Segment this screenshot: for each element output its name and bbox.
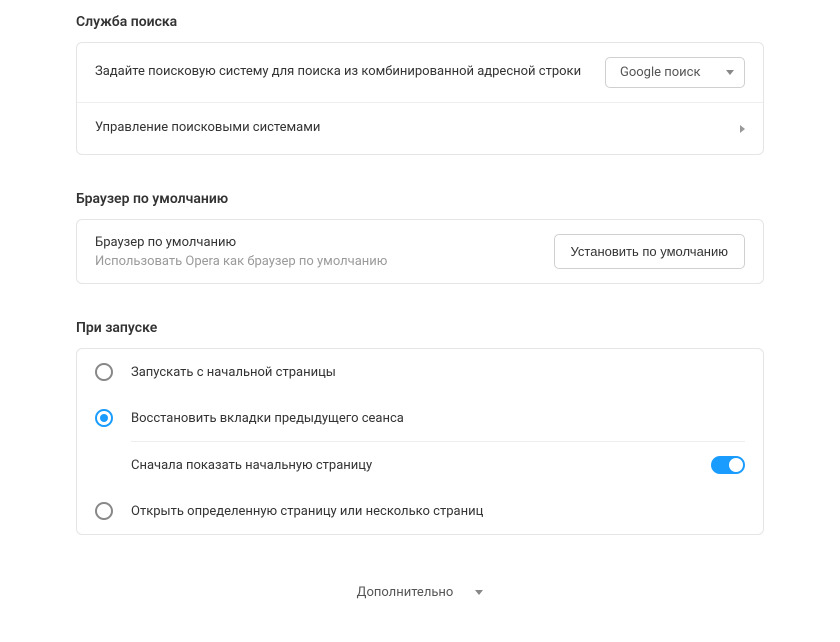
- startup-option-specific-pages[interactable]: Открыть определенную страницу или нескол…: [77, 488, 763, 534]
- radio-icon: [95, 363, 113, 381]
- caret-down-icon: [726, 70, 734, 75]
- radio-icon-checked: [95, 409, 113, 427]
- chevron-right-icon: [740, 125, 745, 133]
- startup-opt1-label: Запускать с начальной страницы: [131, 365, 336, 380]
- startup-show-startpage-first-row: Сначала показать начальную страницу: [131, 441, 745, 488]
- search-engine-row: Задайте поисковую систему для поиска из …: [77, 43, 763, 102]
- startup-show-startpage-toggle[interactable]: [711, 456, 745, 474]
- default-browser-row: Браузер по умолчанию Использовать Opera …: [77, 220, 763, 283]
- section-title-default-browser: Браузер по умолчанию: [76, 191, 764, 207]
- search-engine-desc: Задайте поисковую систему для поиска из …: [95, 63, 605, 81]
- radio-dot-icon: [100, 414, 108, 422]
- advanced-label: Дополнительно: [357, 585, 454, 600]
- search-engine-selected: Google поиск: [620, 65, 701, 80]
- search-engine-select[interactable]: Google поиск: [605, 57, 745, 88]
- manage-search-engines-row[interactable]: Управление поисковыми системами: [77, 102, 763, 154]
- default-browser-card: Браузер по умолчанию Использовать Opera …: [76, 219, 764, 284]
- startup-option-restore-tabs[interactable]: Восстановить вкладки предыдущего сеанса: [77, 395, 763, 441]
- startup-opt3-label: Открыть определенную страницу или нескол…: [131, 504, 483, 519]
- toggle-knob-icon: [729, 458, 743, 472]
- radio-icon: [95, 502, 113, 520]
- set-default-button[interactable]: Установить по умолчанию: [554, 234, 745, 269]
- startup-opt2-sub-label: Сначала показать начальную страницу: [131, 458, 372, 473]
- default-browser-label: Браузер по умолчанию: [95, 234, 387, 252]
- section-title-startup: При запуске: [76, 320, 764, 336]
- manage-search-engines-label: Управление поисковыми системами: [95, 119, 740, 137]
- startup-card: Запускать с начальной страницы Восстанов…: [76, 348, 764, 535]
- startup-opt2-label: Восстановить вкладки предыдущего сеанса: [131, 411, 404, 426]
- search-card: Задайте поисковую систему для поиска из …: [76, 42, 764, 155]
- caret-down-icon: [475, 590, 483, 595]
- default-browser-sub: Использовать Opera как браузер по умолча…: [95, 254, 387, 269]
- startup-option-start-page[interactable]: Запускать с начальной страницы: [77, 349, 763, 395]
- section-title-search: Служба поиска: [76, 14, 764, 30]
- advanced-toggle[interactable]: Дополнительно: [76, 585, 764, 600]
